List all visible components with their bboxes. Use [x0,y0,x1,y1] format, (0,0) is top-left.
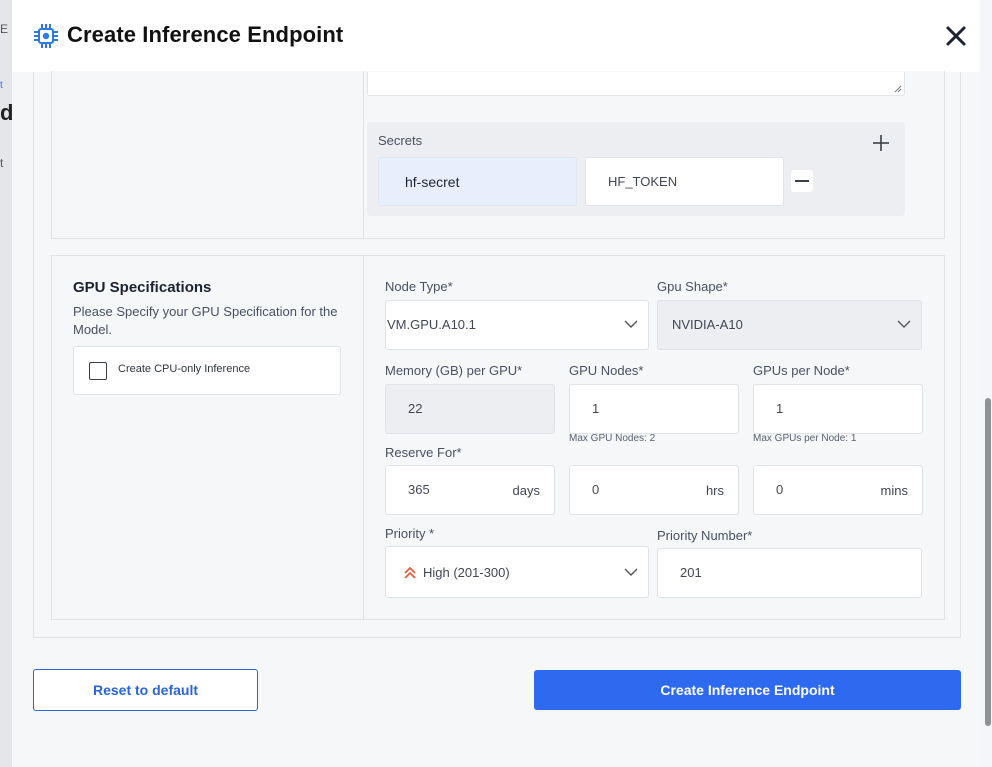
gpus-per-node-hint: Max GPUs per Node: 1 [753,433,857,444]
gpus-per-node-value: 1 [776,401,784,416]
cpu-only-option[interactable]: Create CPU-only Inference [73,346,341,395]
reserve-mins-value: 0 [776,482,784,497]
priority-number-label: Priority Number* [657,528,753,543]
reset-to-default-button[interactable]: Reset to default [33,669,258,711]
reserve-hrs-input[interactable]: 0 hrs [569,465,739,515]
background-text: E [0,22,9,36]
cpu-only-label: Create CPU-only Inference [118,363,251,375]
gpu-shape-label: Gpu Shape* [657,279,728,294]
gpu-shape-select[interactable]: NVIDIA-A10 [657,300,922,350]
create-endpoint-modal: Create Inference Endpoint Secrets hf-sec… [12,0,980,767]
gpus-per-node-input[interactable]: 1 [753,384,923,434]
scrollbar-track[interactable] [980,0,992,767]
reserve-mins-unit: mins [880,483,908,498]
memory-value: 22 [408,401,423,416]
scrollbar-thumb[interactable] [985,398,991,726]
modal-title: Create Inference Endpoint [67,22,344,47]
background-text: t [0,80,3,91]
cpu-only-checkbox[interactable] [89,362,107,380]
priority-value: High (201-300) [423,565,510,580]
reserve-days-value: 365 [408,482,430,497]
background-text: t [0,156,4,170]
priority-number-input[interactable]: 201 [657,548,922,598]
priority-label: Priority * [385,526,435,541]
memory-label: Memory (GB) per GPU* [385,363,523,378]
chevron-down-icon [897,320,911,328]
priority-select[interactable]: High (201-300) [385,546,649,598]
gear-chip-icon [34,24,58,48]
background-page: E t d t [0,0,13,767]
secret-value-field[interactable]: HF_TOKEN [585,157,784,206]
node-type-label: Node Type* [385,279,453,294]
secrets-panel: Secrets hf-secret HF_TOKEN [367,122,905,216]
double-chevron-up-icon [404,567,416,579]
description-textarea[interactable] [367,72,905,96]
gpu-nodes-label: GPU Nodes* [569,363,644,378]
gpu-shape-value: NVIDIA-A10 [672,317,743,332]
resize-handle-icon[interactable] [894,85,902,93]
chevron-down-icon [624,320,638,328]
gpu-nodes-hint: Max GPU Nodes: 2 [569,433,656,444]
gpu-section-title: GPU Specifications [73,279,212,296]
modal-header: Create Inference Endpoint [12,0,980,72]
create-endpoint-button[interactable]: Create Inference Endpoint [534,670,961,710]
reserve-days-unit: days [512,483,540,498]
reserve-hrs-unit: hrs [705,483,724,498]
secrets-label: Secrets [378,133,423,148]
gpu-specifications-section: GPU Specifications Please Specify your G… [51,255,945,620]
plus-icon[interactable] [872,134,890,152]
node-type-select[interactable]: VM.GPU.A10.1 [385,300,649,350]
section-divider [363,71,364,238]
gpu-section-description: Please Specify your GPU Specification fo… [73,304,338,337]
node-type-value: VM.GPU.A10.1 [387,317,476,332]
gpus-per-node-label: GPUs per Node* [753,363,850,378]
priority-number-value: 201 [680,565,702,580]
reserve-days-input[interactable]: 365 days [385,465,555,515]
minus-icon[interactable] [791,170,813,192]
reserve-mins-input[interactable]: 0 mins [753,465,923,515]
gpu-nodes-input[interactable]: 1 [569,384,739,434]
gpu-nodes-value: 1 [592,401,600,416]
secret-key-field[interactable]: hf-secret [378,157,577,206]
close-icon[interactable] [944,24,968,48]
form-card: Secrets hf-secret HF_TOKEN GPU Specifica… [33,71,961,638]
chevron-down-icon [624,568,638,576]
memory-input[interactable]: 22 [385,384,555,434]
reserve-label: Reserve For* [385,445,462,460]
section-divider [363,256,364,619]
reserve-hrs-value: 0 [592,482,600,497]
